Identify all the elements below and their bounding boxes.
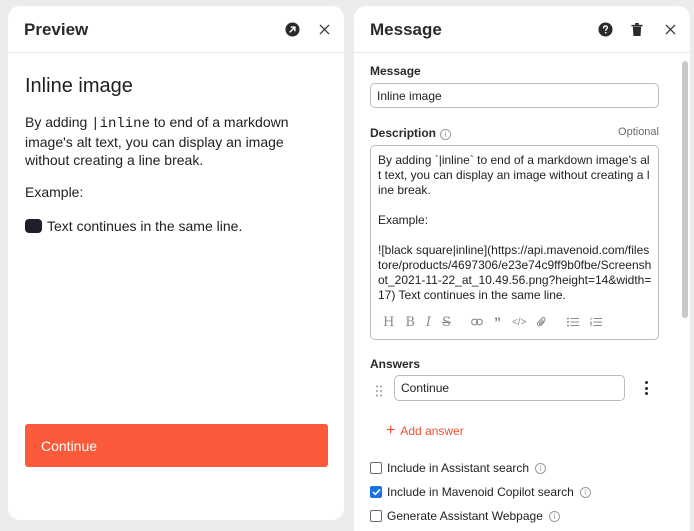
more-options-icon[interactable] [644, 381, 648, 395]
message-label: Message [370, 64, 421, 78]
bold-icon[interactable]: B [405, 315, 415, 330]
drag-handle-icon[interactable] [376, 384, 382, 397]
add-answer-button[interactable]: + Add answer [386, 422, 464, 439]
checkbox-box[interactable] [370, 510, 382, 522]
preview-header: Preview [8, 6, 344, 53]
example-label: Example: [25, 184, 84, 200]
code-icon[interactable]: </> [512, 317, 526, 328]
link-icon[interactable] [471, 318, 483, 326]
info-icon[interactable]: i [579, 486, 591, 498]
optional-label: Optional [618, 126, 659, 138]
inline-example: Text continues in the same line. [25, 217, 325, 235]
body-text-start: By adding [25, 114, 92, 130]
checkbox-label: Include in Mavenoid Copilot search [387, 485, 574, 499]
italic-icon[interactable]: I [426, 315, 431, 330]
scrollbar[interactable] [682, 61, 688, 318]
continue-button-label: Continue [41, 437, 98, 454]
quote-icon[interactable]: ” [494, 314, 501, 330]
preview-heading: Inline image [25, 75, 133, 97]
strikethrough-icon[interactable]: S [442, 315, 451, 330]
checkbox-include-copilot-search[interactable]: Include in Mavenoid Copilot search i [370, 485, 591, 499]
open-external-icon[interactable] [283, 20, 301, 38]
info-icon[interactable]: i [548, 510, 560, 522]
add-answer-label: Add answer [400, 424, 464, 438]
message-panel: Message Message Inline image Description… [354, 6, 690, 531]
preview-panel: Preview Inline image By adding |inline t… [8, 6, 344, 520]
info-icon[interactable]: i [535, 462, 547, 474]
info-icon[interactable]: i [440, 129, 452, 140]
answers-label: Answers [370, 357, 421, 371]
editor-toolbar: H B I S ” </> [383, 314, 613, 330]
help-icon[interactable] [596, 20, 614, 38]
numbered-list-icon[interactable] [590, 317, 603, 327]
trash-icon[interactable] [628, 20, 646, 38]
checkbox-label: Generate Assistant Webpage [387, 509, 543, 523]
black-square-image [25, 219, 42, 233]
heading-icon[interactable]: H [383, 315, 394, 330]
checkbox-label: Include in Assistant search [387, 461, 530, 475]
description-label: Description i [370, 126, 452, 140]
checkbox-include-assistant-search[interactable]: Include in Assistant search i [370, 461, 547, 475]
bullet-list-icon[interactable] [567, 317, 580, 327]
inline-code: |inline [91, 116, 150, 132]
description-label-text: Description [370, 126, 437, 140]
message-input[interactable]: Inline image [370, 83, 659, 108]
answer-input[interactable]: Continue [394, 375, 625, 401]
attachment-icon[interactable] [537, 316, 547, 328]
checkbox-generate-webpage[interactable]: Generate Assistant Webpage i [370, 509, 560, 523]
preview-body: By adding |inline to end of a markdown i… [25, 113, 325, 169]
checkbox-box[interactable] [370, 462, 382, 474]
message-header: Message [354, 6, 690, 53]
description-textarea[interactable]: By adding `|inline` to end of a markdown… [378, 153, 652, 303]
plus-icon: + [386, 422, 396, 439]
close-icon[interactable] [661, 20, 679, 38]
message-title: Message [370, 20, 442, 39]
inline-example-text: Text continues in the same line. [47, 218, 243, 234]
preview-title: Preview [24, 20, 89, 39]
continue-button[interactable]: Continue [25, 424, 328, 467]
checkbox-box-checked[interactable] [370, 486, 382, 498]
close-icon[interactable] [315, 20, 333, 38]
description-editor[interactable]: By adding `|inline` to end of a markdown… [370, 145, 659, 340]
